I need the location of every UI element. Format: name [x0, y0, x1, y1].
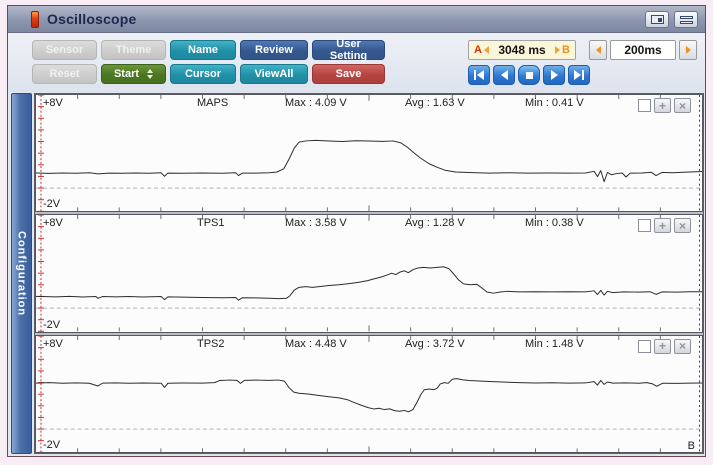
- maps-channel-name: MAPS: [197, 97, 228, 109]
- reset-button[interactable]: Reset: [32, 64, 97, 84]
- maps-avg-value: Avg : 1.63 V: [405, 97, 465, 109]
- maps-zoom-in-button[interactable]: +: [654, 98, 671, 113]
- tps1-ybottom-label: -2V: [43, 319, 60, 331]
- main-area: Configuration +8V -2V MAPS Max : 4.09 V …: [11, 93, 704, 454]
- stop-button[interactable]: [518, 65, 540, 85]
- play-icon: [551, 70, 558, 80]
- sensor-button[interactable]: Sensor: [32, 40, 97, 60]
- channel-maps: +8V -2V MAPS Max : 4.09 V Avg : 1.63 V M…: [35, 94, 703, 212]
- maps-min-value: Min : 0.41 V: [525, 97, 584, 109]
- channel-stack: +8V -2V MAPS Max : 4.09 V Avg : 1.63 V M…: [34, 93, 704, 454]
- tps2-zoom-in-button[interactable]: +: [654, 339, 671, 354]
- b-cursor-label: B: [688, 440, 695, 452]
- start-button[interactable]: Start: [101, 64, 166, 84]
- timebase-value: 200ms: [610, 40, 676, 60]
- restore-down-icon: [651, 15, 664, 24]
- window-title: Oscilloscope: [47, 11, 137, 27]
- save-button[interactable]: Save: [312, 64, 385, 84]
- oscilloscope-window: Oscilloscope Sensor Theme Name Review Us…: [7, 5, 706, 457]
- tps2-waveform-plot: [36, 336, 702, 452]
- name-button[interactable]: Name: [170, 40, 236, 60]
- window-list-button[interactable]: [674, 11, 698, 28]
- theme-button[interactable]: Theme: [101, 40, 166, 60]
- maps-ybottom-label: -2V: [43, 198, 60, 210]
- tps1-close-button[interactable]: ×: [674, 218, 691, 233]
- tps2-channel-name: TPS2: [197, 338, 225, 350]
- skip-to-end-button[interactable]: [568, 65, 590, 85]
- app-icon: [31, 11, 39, 28]
- tps2-close-button[interactable]: ×: [674, 339, 691, 354]
- step-back-icon: [501, 70, 508, 80]
- start-button-label: Start: [114, 68, 139, 80]
- restore-down-button[interactable]: [645, 11, 669, 28]
- channel-tps2: +8V -2V TPS2 Max : 4.48 V Avg : 3.72 V M…: [35, 335, 703, 453]
- tps1-zoom-in-button[interactable]: +: [654, 218, 671, 233]
- titlebar: Oscilloscope: [8, 6, 705, 33]
- maps-waveform-plot: [36, 95, 702, 211]
- cursor-b-arrow-icon[interactable]: [555, 46, 560, 54]
- maps-close-button[interactable]: ×: [674, 98, 691, 113]
- timebase-decrease-button[interactable]: [589, 40, 607, 60]
- maps-max-value: Max : 4.09 V: [285, 97, 347, 109]
- tps2-avg-value: Avg : 3.72 V: [405, 338, 465, 350]
- tps1-channel-name: TPS1: [197, 217, 225, 229]
- toolbar: Sensor Theme Name Review User Setting Re…: [8, 33, 705, 92]
- timebase-increase-button[interactable]: [679, 40, 697, 60]
- configuration-tab-label: Configuration: [16, 231, 28, 316]
- tps2-select-checkbox[interactable]: [638, 340, 651, 353]
- tps1-select-checkbox[interactable]: [638, 219, 651, 232]
- channel-tps1: +8V -2V TPS1 Max : 3.58 V Avg : 1.28 V M…: [35, 214, 703, 332]
- ab-range-box: A 3048 ms B: [468, 40, 576, 60]
- tps1-ytop-label: +8V: [43, 217, 63, 229]
- step-back-button[interactable]: [493, 65, 515, 85]
- play-forward-button[interactable]: [543, 65, 565, 85]
- tps1-max-value: Max : 3.58 V: [285, 217, 347, 229]
- maps-select-checkbox[interactable]: [638, 99, 651, 112]
- cursor-button[interactable]: Cursor: [170, 64, 236, 84]
- configuration-tab[interactable]: Configuration: [11, 93, 32, 454]
- left-arrow-icon: [596, 46, 601, 54]
- right-arrow-icon: [686, 46, 691, 54]
- maps-ytop-label: +8V: [43, 97, 63, 109]
- cursor-a-label: A: [474, 44, 482, 56]
- stop-icon: [526, 72, 533, 79]
- tps1-min-value: Min : 0.38 V: [525, 217, 584, 229]
- tps1-avg-value: Avg : 1.28 V: [405, 217, 465, 229]
- review-button[interactable]: Review: [240, 40, 308, 60]
- user-setting-button[interactable]: User Setting: [312, 40, 385, 60]
- tps2-ybottom-label: -2V: [43, 439, 60, 451]
- skip-end-icon: [574, 70, 581, 80]
- viewall-button[interactable]: ViewAll: [240, 64, 308, 84]
- tps2-min-value: Min : 1.48 V: [525, 338, 584, 350]
- skip-to-start-button[interactable]: [468, 65, 490, 85]
- tps1-waveform-plot: [36, 215, 702, 331]
- start-spinner-icon[interactable]: [147, 69, 153, 79]
- skip-start-icon: [474, 70, 476, 80]
- playback-controls: [468, 65, 590, 85]
- tps2-max-value: Max : 4.48 V: [285, 338, 347, 350]
- tps2-ytop-label: +8V: [43, 338, 63, 350]
- window-list-icon: [680, 16, 693, 24]
- cursor-b-label: B: [562, 44, 570, 56]
- ab-range-value: 3048 ms: [489, 43, 555, 57]
